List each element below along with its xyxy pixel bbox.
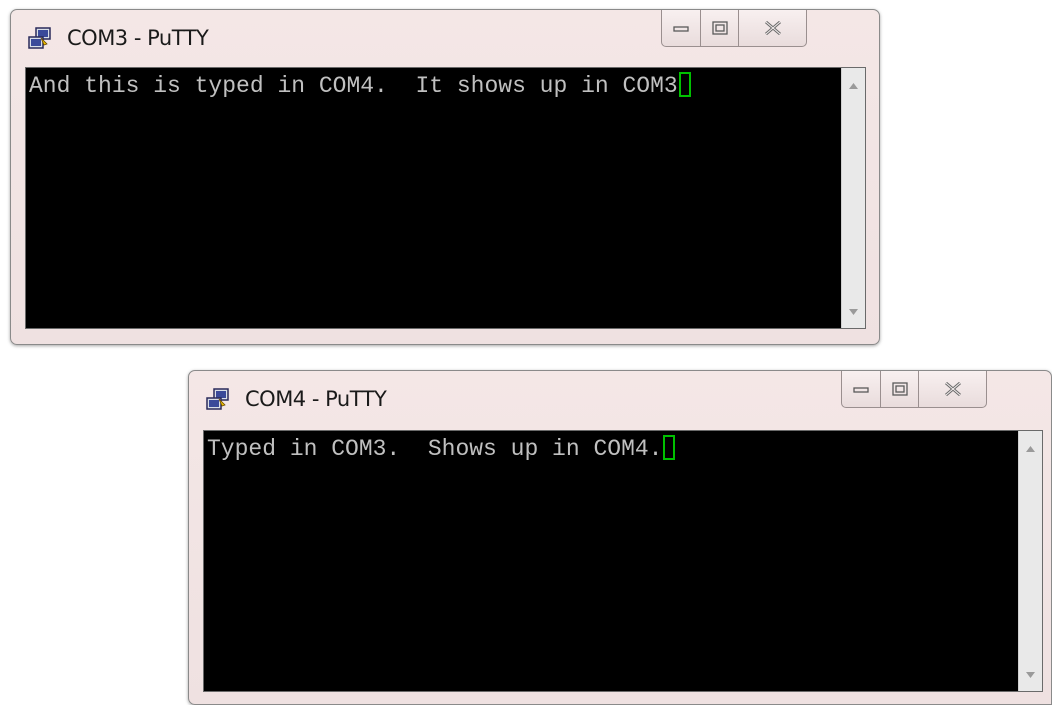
scroll-up-button[interactable] bbox=[842, 76, 865, 96]
scroll-up-arrow-icon bbox=[1026, 446, 1035, 452]
caption-buttons bbox=[841, 371, 987, 409]
scroll-up-arrow-icon bbox=[849, 83, 858, 89]
close-button[interactable] bbox=[919, 371, 987, 408]
title-bar[interactable]: COM3 - PuTTY bbox=[11, 10, 879, 66]
maximize-button[interactable] bbox=[701, 10, 739, 47]
putty-icon bbox=[27, 26, 53, 52]
caption-buttons bbox=[661, 10, 807, 48]
vertical-scrollbar[interactable] bbox=[1018, 431, 1042, 691]
minimize-icon bbox=[673, 26, 689, 32]
maximize-icon bbox=[891, 382, 908, 396]
terminal-cursor bbox=[663, 435, 676, 460]
maximize-button[interactable] bbox=[881, 371, 919, 408]
minimize-button[interactable] bbox=[841, 371, 881, 408]
terminal-text: And this is typed in COM4. It shows up i… bbox=[29, 73, 678, 99]
window-title: COM4 - PuTTY bbox=[245, 387, 387, 411]
close-icon bbox=[764, 21, 781, 35]
terminal-screen[interactable]: And this is typed in COM4. It shows up i… bbox=[25, 67, 866, 329]
terminal-line: Typed in COM3. Shows up in COM4. bbox=[207, 435, 676, 463]
minimize-button[interactable] bbox=[661, 10, 701, 47]
title-bar[interactable]: COM4 - PuTTY bbox=[189, 371, 1051, 427]
scroll-down-arrow-icon bbox=[849, 309, 858, 315]
putty-icon bbox=[205, 387, 231, 413]
terminal-screen[interactable]: Typed in COM3. Shows up in COM4. bbox=[203, 430, 1043, 692]
vertical-scrollbar[interactable] bbox=[841, 68, 865, 328]
close-icon bbox=[944, 382, 961, 396]
scroll-down-button[interactable] bbox=[842, 302, 865, 322]
putty-window-com3[interactable]: COM3 - PuTTY And this is typed in COM4. … bbox=[10, 9, 880, 345]
window-title: COM3 - PuTTY bbox=[67, 26, 209, 50]
terminal-line: And this is typed in COM4. It shows up i… bbox=[29, 72, 691, 100]
maximize-icon bbox=[711, 21, 728, 35]
minimize-icon bbox=[853, 387, 869, 393]
putty-window-com4[interactable]: COM4 - PuTTY Typed in COM3. Shows up in … bbox=[188, 370, 1052, 705]
close-button[interactable] bbox=[739, 10, 807, 47]
scroll-down-button[interactable] bbox=[1019, 665, 1042, 685]
scroll-down-arrow-icon bbox=[1026, 672, 1035, 678]
terminal-cursor bbox=[678, 72, 691, 97]
scroll-up-button[interactable] bbox=[1019, 439, 1042, 459]
terminal-text: Typed in COM3. Shows up in COM4. bbox=[207, 436, 663, 462]
